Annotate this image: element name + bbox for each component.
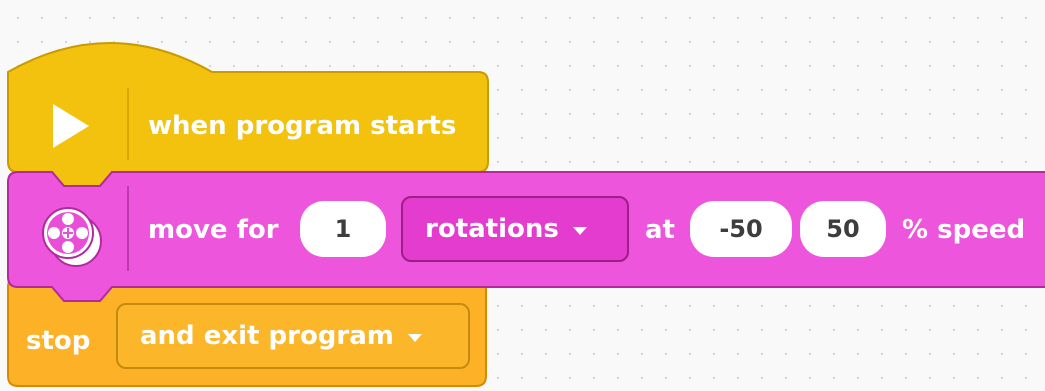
hat-block-label: when program starts <box>148 111 457 141</box>
rotation-amount-input[interactable]: 1 <box>300 201 386 257</box>
stop-label: stop <box>26 326 91 356</box>
at-label: at <box>645 215 675 245</box>
stop-option-value: and exit program <box>140 321 394 351</box>
speed-label: % speed <box>902 215 1026 245</box>
rotation-amount-value: 1 <box>334 215 352 243</box>
chevron-down-icon <box>407 333 422 342</box>
unit-dropdown-value: rotations <box>425 214 559 244</box>
stop-option-dropdown[interactable]: and exit program <box>116 303 470 369</box>
unit-dropdown[interactable]: rotations <box>401 196 629 262</box>
right-speed-input[interactable]: 50 <box>800 201 886 257</box>
left-speed-value: -50 <box>719 215 763 243</box>
right-speed-value: 50 <box>826 215 860 243</box>
move-for-label: move for <box>148 215 279 245</box>
left-speed-input[interactable]: -50 <box>690 201 792 257</box>
programming-canvas[interactable]: when program starts move for 1 rotations… <box>0 0 1045 391</box>
chevron-down-icon <box>572 226 587 235</box>
